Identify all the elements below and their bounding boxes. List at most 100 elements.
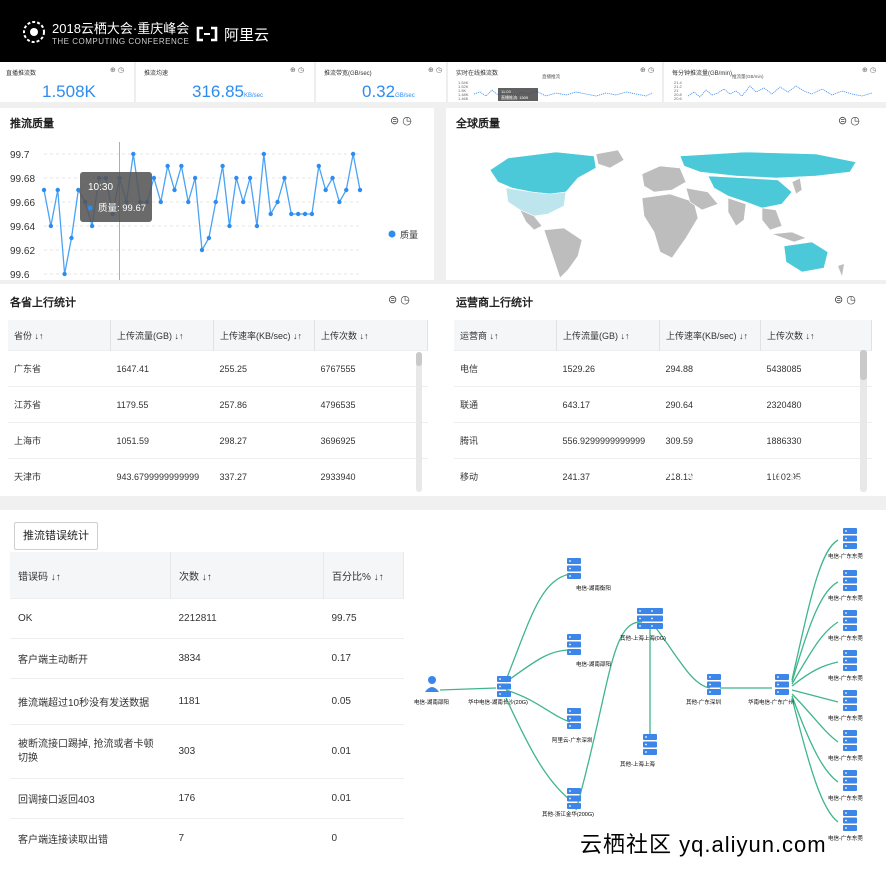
global-title: 全球质量 [456,118,500,130]
tab-error-stats[interactable]: 推流错误统计 [14,522,98,550]
cell: 3834 [170,638,324,679]
watermark: 云栖社区 yq.aliyun.com [580,832,827,857]
stat-value: 316.85 [192,82,244,101]
panel-tools[interactable]: ⊜ ◷ [390,114,412,127]
cell: 255.25 [213,350,315,387]
data-point [330,175,335,181]
table-row[interactable]: 客户端主动断开 3834 0.17 [10,638,404,679]
table-row[interactable]: 天津市 943.6799999999999 337.27 2933940 [8,458,428,494]
column-header[interactable]: 次数 ↓↑ [170,552,324,599]
cell: 电信 [454,350,557,387]
clock-icon[interactable]: ◷ [402,115,412,127]
node-label: 其他-广东深圳 [686,698,721,706]
zoom-icon[interactable]: ⊜ [388,294,397,306]
server-node-dongguan [843,610,857,631]
y-tick-label: 99.7 [10,150,30,161]
server-node-dongguan [843,690,857,711]
stat-label: 直播推流数 [6,71,37,77]
map-region-russia [679,151,857,179]
table-header-row: 省份 ↓↑ 上传流量(GB) ↓↑ 上传速率(KB/sec) ↓↑ 上传次数 ↓… [8,320,428,351]
node-label: 电信-广东东莞 [828,754,863,762]
cell: 广东省 [8,350,111,387]
column-header[interactable]: 错误码 ↓↑ [10,552,171,599]
table-row[interactable]: OK 2212811 99.75 [10,598,404,639]
clock-icon[interactable]: ◷ [400,294,410,306]
column-header[interactable]: 上传速率(KB/sec) ↓↑ [213,320,315,351]
cell: 303 [170,724,324,779]
table-row[interactable]: 江苏省 1179.55 257.86 4796535 [8,386,428,423]
cell: 0.17 [323,638,404,679]
data-point [268,211,273,217]
legend-marker [388,230,396,238]
card-tools[interactable]: ⊕ ◷ [110,66,124,74]
clock-icon[interactable]: ◷ [846,294,856,306]
cell: 2212811 [170,598,324,639]
panel-tools[interactable]: ⊜ ◷ [388,293,410,306]
zoom-icon[interactable]: ⊕ [290,67,296,74]
map-region-india [727,197,747,227]
table-scrollbar[interactable] [860,350,867,492]
cell: 4796535 [314,386,428,423]
cell: 337.27 [213,458,315,494]
column-header[interactable]: 省份 ↓↑ [8,320,111,351]
y-tick-label: 99.62 [10,246,35,257]
card-tools[interactable]: ⊕ ◷ [290,66,304,74]
table-row[interactable]: 回调接口返回403 176 0.01 [10,778,404,819]
aliyun-logo-icon [196,26,218,42]
table-row[interactable]: 客户端连接读取出错 7 0 [10,818,404,859]
province-stats-panel: 各省上行统计 ⊜ ◷ 省份 ↓↑ 上传流量(GB) ↓↑ 上传速率(KB/sec… [0,284,434,496]
quality-line-chart: 99.7 99.68 99.66 99.64 99.62 99.6 质量 10:30 质量: 9… [10,142,418,280]
data-point [48,223,54,229]
data-point [309,211,315,217]
cell: 联通 [454,386,557,423]
server-node-jinhua [567,788,581,809]
column-header[interactable]: 上传次数 ↓↑ [314,320,428,351]
operator-title: 运营商上行统计 [456,297,533,309]
node-label: 电信-湖南衡阳 [576,584,611,592]
data-point [172,187,177,193]
table-row[interactable]: 腾讯 556.9299999999999 309.59 1886330 [454,422,872,459]
node-label: 其他-上海上海 [620,760,655,768]
table-scrollbar[interactable] [416,352,422,492]
column-header[interactable]: 上传速率(KB/sec) ↓↑ [659,320,761,351]
table-row[interactable]: 广东省 1647.41 255.25 6767555 [8,350,428,387]
card-tools[interactable]: ⊕ ◷ [428,66,442,74]
data-point [179,163,184,169]
clock-icon[interactable]: ◷ [118,67,124,74]
cell: 1051.59 [110,422,214,459]
clock-icon[interactable]: ◷ [850,115,860,127]
column-header[interactable]: 上传流量(GB) ↓↑ [556,320,660,351]
map-region-new-zealand [838,264,844,276]
column-header[interactable]: 上传流量(GB) ↓↑ [110,320,214,351]
stat-value-wrap: 316.85KB/sec [192,82,263,102]
column-header[interactable]: 上传次数 ↓↑ [760,320,872,351]
table-row[interactable]: 电信 1529.26 294.88 5438085 [454,350,872,387]
clock-icon[interactable]: ◷ [436,67,442,74]
column-header[interactable]: 百分比% ↓↑ [323,552,404,599]
user-label: 电信-湖南邵阳 [414,698,449,706]
cell: 2320480 [760,386,872,423]
column-header[interactable]: 运营商 ↓↑ [454,320,557,351]
cell: 294.88 [659,350,761,387]
zoom-icon[interactable]: ⊜ [390,115,399,127]
tooltip-value: 质量: 99.67 [98,202,146,214]
zoom-icon[interactable]: ⊜ [834,294,843,306]
zoom-icon[interactable]: ⊜ [838,115,847,127]
table-row[interactable]: 上海市 1051.59 298.27 3696925 [8,422,428,459]
table-row[interactable]: 联通 643.17 290.64 2320480 [454,386,872,423]
map-region-greenland [595,149,625,169]
world-map [489,149,857,279]
panel-tools[interactable]: ⊜ ◷ [834,293,856,306]
zoom-icon[interactable]: ⊕ [428,67,434,74]
data-point [234,175,239,181]
clock-icon[interactable]: ◷ [298,67,304,74]
stat-value-wrap: 0.32GB/sec [362,82,415,102]
scroll-thumb[interactable] [416,352,422,366]
panel-tools[interactable]: ⊜ ◷ [838,114,860,127]
table-row[interactable]: 推流端超过10秒没有发送数据 1181 0.05 [10,678,404,725]
scroll-thumb[interactable] [860,350,867,380]
zoom-icon[interactable]: ⊕ [110,67,116,74]
server-node-shanghai [643,734,657,755]
table-row[interactable]: 被断流接口踢掉, 抢流或者卡顿切换 303 0.01 [10,724,404,779]
cell: 1529.26 [556,350,660,387]
